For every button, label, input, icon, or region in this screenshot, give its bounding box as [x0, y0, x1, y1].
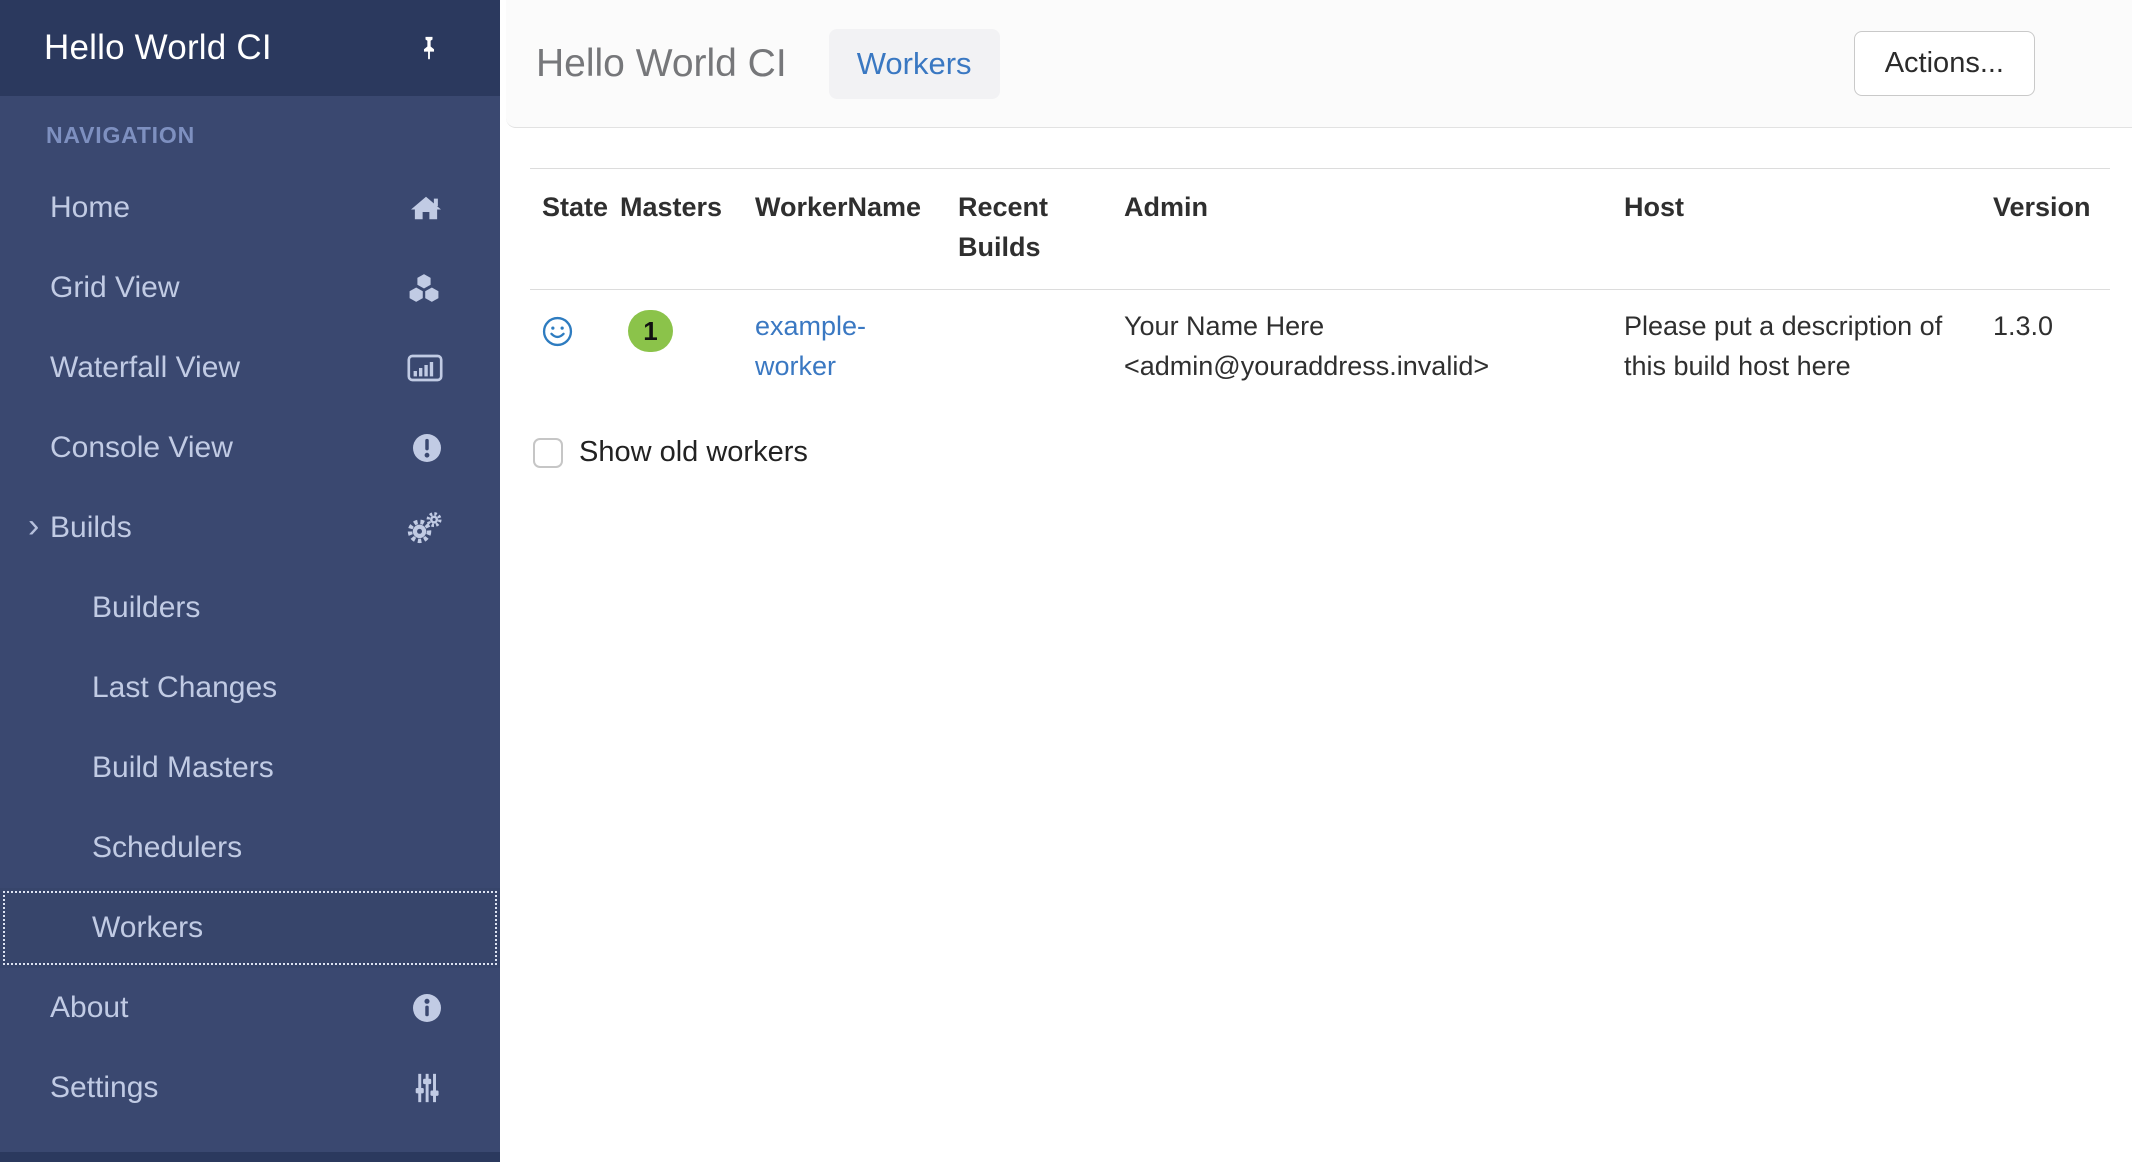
column-header-recent-builds: Recent Builds	[946, 169, 1112, 290]
column-header-admin: Admin	[1112, 169, 1612, 290]
masters-cell: 1	[608, 290, 743, 403]
sidebar-app-title: Hello World CI	[44, 28, 415, 68]
main-area: Hello World CI Workers Actions... State …	[500, 0, 2132, 1162]
gears-icon	[405, 510, 443, 546]
worker-name-link[interactable]: example-worker	[755, 311, 866, 381]
actions-button[interactable]: Actions...	[1854, 31, 2035, 96]
sidebar-item-settings[interactable]: Settings	[0, 1048, 500, 1128]
host-cell: Please put a description of this build h…	[1612, 290, 1981, 403]
thumbtack-icon	[415, 56, 443, 71]
show-old-workers-checkbox[interactable]	[533, 438, 563, 468]
bar-chart-icon	[407, 353, 443, 383]
sidebar-item-schedulers[interactable]: Schedulers	[0, 808, 500, 888]
app-window: Hello World CI NAVIGATION Home Grid View	[0, 0, 2132, 1162]
column-header-host: Host	[1612, 169, 1981, 290]
table-header-row: State Masters WorkerName Recent Builds A…	[530, 169, 2110, 290]
top-header-bar: Hello World CI Workers Actions...	[506, 0, 2132, 128]
recent-builds-cell	[946, 290, 1112, 403]
pin-sidebar-button[interactable]	[415, 28, 443, 68]
sidebar-item-builds[interactable]: › Builds	[0, 488, 500, 568]
sidebar-item-builders[interactable]: Builders	[0, 568, 500, 648]
nav-section-label: NAVIGATION	[0, 96, 500, 168]
version-cell: 1.3.0	[1981, 290, 2110, 403]
sidebar-item-last-changes[interactable]: Last Changes	[0, 648, 500, 728]
admin-cell: Your Name Here <admin@youraddress.invali…	[1112, 290, 1612, 403]
sidebar-item-workers[interactable]: Workers	[0, 888, 500, 968]
sidebar-item-waterfall-view[interactable]: Waterfall View	[0, 328, 500, 408]
show-old-workers-control: Show old workers	[530, 436, 2110, 469]
column-header-state: State	[530, 169, 608, 290]
sidebar-item-about[interactable]: About	[0, 968, 500, 1048]
state-cell	[530, 290, 608, 403]
workername-cell: example-worker	[743, 290, 946, 403]
column-header-workername: WorkerName	[743, 169, 946, 290]
masters-count-badge: 1	[628, 310, 673, 352]
home-icon	[409, 193, 443, 223]
smiley-face-icon	[542, 316, 573, 347]
column-header-masters: Masters	[608, 169, 743, 290]
sidebar-item-home[interactable]: Home	[0, 168, 500, 248]
chevron-right-icon: ›	[28, 507, 39, 546]
sidebar-header: Hello World CI	[0, 0, 500, 96]
workers-table: State Masters WorkerName Recent Builds A…	[530, 168, 2110, 402]
sidebar-item-build-masters[interactable]: Build Masters	[0, 728, 500, 808]
exclamation-circle-icon	[411, 432, 443, 464]
tab-workers[interactable]: Workers	[829, 29, 1000, 99]
sidebar-item-grid-view[interactable]: Grid View	[0, 248, 500, 328]
column-header-version: Version	[1981, 169, 2110, 290]
page-title: Hello World CI	[536, 42, 787, 86]
sidebar-footer-strip	[0, 1152, 500, 1162]
cubes-icon	[405, 272, 443, 304]
sidebar-item-console-view[interactable]: Console View	[0, 408, 500, 488]
sidebar: Hello World CI NAVIGATION Home Grid View	[0, 0, 500, 1162]
info-circle-icon	[411, 992, 443, 1024]
sliders-icon	[411, 1071, 443, 1105]
table-row: 1 example-worker Your Name Here <admin@y…	[530, 290, 2110, 403]
content-area: State Masters WorkerName Recent Builds A…	[500, 128, 2132, 469]
show-old-workers-label: Show old workers	[579, 436, 808, 469]
